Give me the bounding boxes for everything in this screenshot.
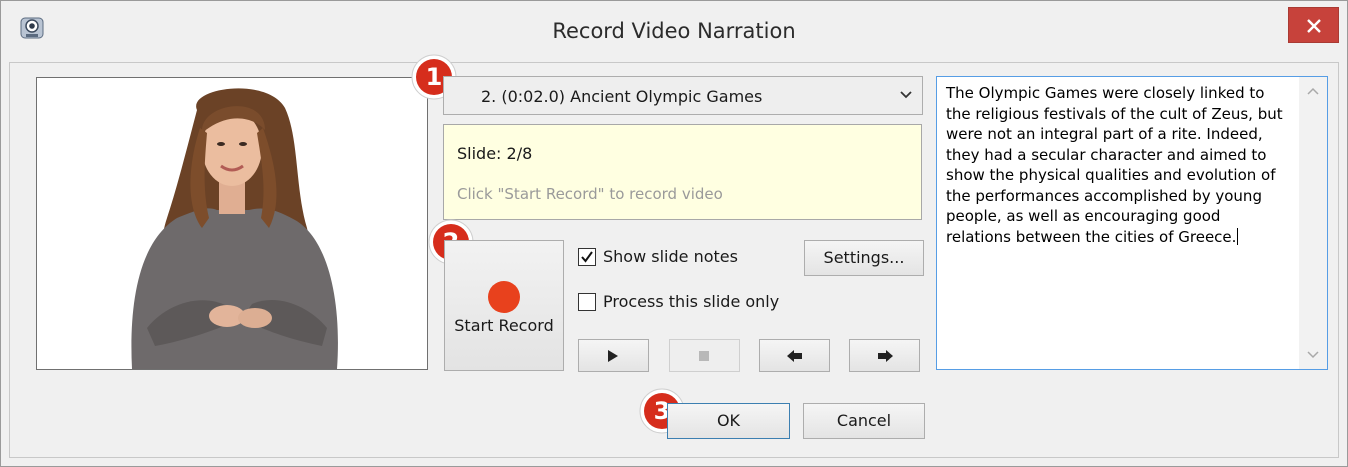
play-button[interactable] — [578, 339, 649, 372]
arrow-right-icon — [878, 350, 893, 362]
checkmark-icon — [581, 251, 593, 263]
checkbox-box[interactable] — [578, 248, 596, 266]
slide-selector-value: 2. (0:02.0) Ancient Olympic Games — [481, 87, 763, 106]
previous-slide-button[interactable] — [759, 339, 830, 372]
scroll-down-icon[interactable] — [1307, 351, 1319, 359]
video-preview — [36, 77, 428, 370]
notes-scrollbar[interactable] — [1299, 77, 1327, 369]
checkbox-box[interactable] — [578, 293, 596, 311]
svg-text:1: 1 — [426, 63, 443, 91]
status-hint: Click "Start Record" to record video — [457, 185, 723, 203]
start-record-label: Start Record — [454, 316, 554, 335]
close-icon — [1307, 19, 1321, 33]
slide-notes-textarea[interactable]: The Olympic Games were closely linked to… — [936, 76, 1328, 370]
settings-button[interactable]: Settings... — [804, 240, 924, 276]
title-bar[interactable]: Record Video Narration — [1, 1, 1347, 62]
play-icon — [608, 350, 618, 362]
close-button[interactable] — [1288, 7, 1339, 43]
slide-notes-text: The Olympic Games were closely linked to… — [946, 84, 1283, 246]
stop-icon — [699, 351, 709, 361]
arrow-left-icon — [787, 350, 802, 362]
chevron-down-icon — [900, 91, 912, 99]
show-slide-notes-label: Show slide notes — [603, 247, 738, 266]
start-record-button[interactable]: Start Record — [444, 240, 564, 371]
scroll-up-icon[interactable] — [1307, 87, 1319, 95]
next-slide-button[interactable] — [849, 339, 920, 372]
cancel-button[interactable]: Cancel — [803, 403, 925, 439]
record-icon — [488, 281, 520, 313]
text-caret — [1237, 227, 1239, 245]
process-slide-only-label: Process this slide only — [603, 292, 780, 311]
ok-button[interactable]: OK — [667, 403, 790, 439]
window-title: Record Video Narration — [552, 19, 796, 43]
status-panel: Slide: 2/8 Click "Start Record" to recor… — [443, 124, 922, 220]
slide-selector[interactable]: 2. (0:02.0) Ancient Olympic Games — [443, 76, 923, 115]
stop-button[interactable] — [669, 339, 740, 372]
slide-counter: Slide: 2/8 — [457, 144, 533, 163]
presenter-image — [37, 78, 427, 369]
